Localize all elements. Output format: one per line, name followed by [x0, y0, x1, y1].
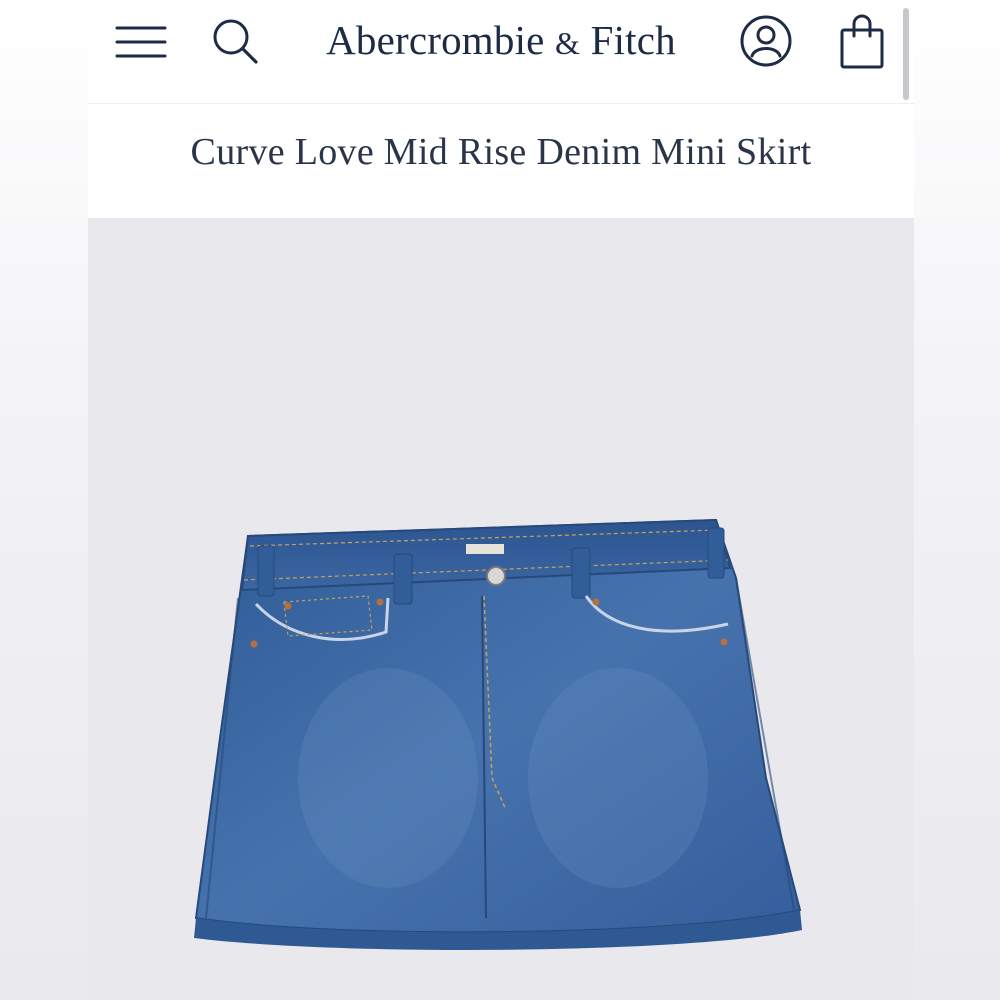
product-title-bar: Curve Love Mid Rise Denim Mini Skirt	[88, 104, 914, 218]
brand-logo[interactable]: Abercrombie & Fitch	[288, 16, 714, 64]
shopping-bag-icon[interactable]	[838, 12, 886, 70]
mobile-page: Abercrombie & Fitch Curve Love Mid Rise …	[88, 0, 914, 1000]
brand-name-main: Abercrombie	[326, 17, 545, 63]
scrollbar-thumb[interactable]	[903, 8, 909, 100]
brand-ampersand: &	[555, 25, 581, 61]
site-header: Abercrombie & Fitch	[88, 0, 914, 104]
brand-name-tail: Fitch	[590, 17, 676, 63]
account-user-icon[interactable]	[739, 14, 793, 68]
right-backdrop	[914, 0, 1000, 1000]
product-image-gallery[interactable]	[88, 218, 914, 1000]
search-icon[interactable]	[210, 16, 260, 66]
denim-skirt-image[interactable]	[88, 218, 914, 1000]
left-backdrop	[0, 0, 88, 1000]
hamburger-menu-icon[interactable]	[115, 22, 167, 62]
product-title: Curve Love Mid Rise Denim Mini Skirt	[190, 131, 812, 173]
